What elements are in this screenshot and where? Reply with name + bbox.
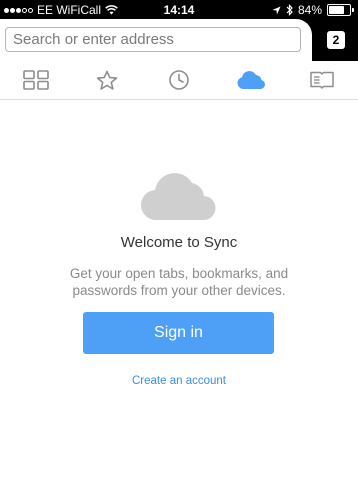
bookmarks-star-icon: [97, 70, 118, 90]
sync-description: Get your open tabs, bookmarks, and passw…: [69, 266, 289, 298]
home-panel-tabs: [0, 61, 358, 100]
address-placeholder: Search or enter address: [13, 31, 174, 48]
tab-history[interactable]: [143, 61, 215, 99]
tab-bookmarks[interactable]: [72, 61, 144, 99]
status-right: 84%: [272, 3, 354, 17]
create-account-link[interactable]: Create an account: [0, 375, 358, 387]
location-arrow-icon: [272, 5, 281, 15]
sync-cloud-illustration: [140, 170, 218, 227]
cloud-icon: [140, 173, 216, 221]
tab-count-button[interactable]: 2: [327, 31, 345, 49]
browser-page: EE WiFiCall 14:14 84% Search or enter ad…: [0, 0, 358, 480]
tab-synced-tabs[interactable]: [215, 61, 287, 99]
reading-list-icon: [310, 71, 334, 89]
synced-tabs-cloud-icon: [237, 71, 265, 89]
history-clock-icon: [169, 70, 189, 90]
battery-percent: 84%: [297, 3, 322, 17]
address-bar[interactable]: Search or enter address: [5, 27, 301, 52]
sign-in-button[interactable]: Sign in: [83, 312, 274, 354]
sync-title: Welcome to Sync: [120, 234, 238, 251]
tab-reading-list[interactable]: [286, 61, 358, 99]
tab-top-sites[interactable]: [0, 61, 72, 99]
top-sites-grid-icon: [22, 70, 49, 90]
status-bar: EE WiFiCall 14:14 84%: [0, 0, 358, 20]
bluetooth-icon: [286, 4, 293, 16]
battery-icon: [327, 4, 354, 16]
